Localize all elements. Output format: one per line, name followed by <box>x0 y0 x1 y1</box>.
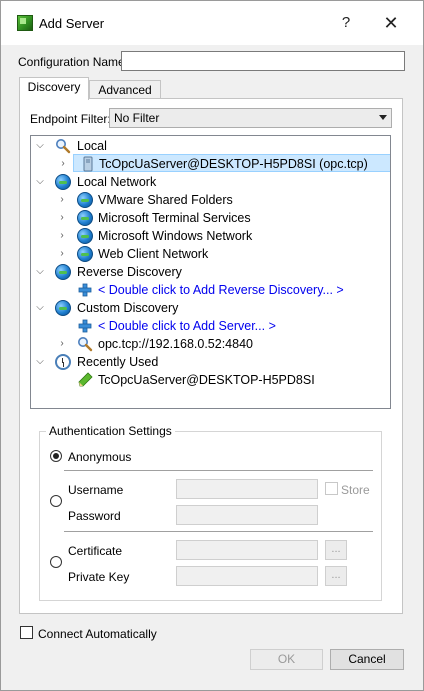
store-checkbox[interactable] <box>325 482 338 495</box>
anonymous-radio[interactable] <box>50 450 62 462</box>
tree-node-local-network[interactable]: ⌵ Local Network <box>31 173 390 191</box>
private-key-input[interactable] <box>176 566 318 586</box>
tree-label: TcOpcUaServer@DESKTOP-H5PD8SI <box>98 373 315 387</box>
tree-label: Local Network <box>77 175 157 189</box>
tree-node-recent-server[interactable]: TcOpcUaServer@DESKTOP-H5PD8SI <box>57 371 390 389</box>
tree-label: Custom Discovery <box>77 301 179 315</box>
tree-label: Reverse Discovery <box>77 265 182 279</box>
tree-label: Recently Used <box>77 355 159 369</box>
username-label: Username <box>68 483 124 497</box>
collapse-arrow-icon[interactable]: ⌵ <box>35 263 45 281</box>
tree-label: Local <box>77 139 107 153</box>
username-radio[interactable] <box>50 495 62 507</box>
network-globe-icon <box>55 264 71 280</box>
auth-settings-title: Authentication Settings <box>46 424 175 438</box>
certificate-browse-button[interactable]: ... <box>325 540 347 560</box>
search-icon <box>55 138 71 154</box>
divider <box>64 531 373 532</box>
anonymous-label: Anonymous <box>68 450 132 464</box>
tree-node-add-server[interactable]: < Double click to Add Server... > <box>57 317 390 335</box>
certificate-radio[interactable] <box>50 556 62 568</box>
connect-automatically-checkbox[interactable] <box>20 626 33 639</box>
tree-node-reverse-discovery[interactable]: ⌵ Reverse Discovery <box>31 263 390 281</box>
tree-node-local-server[interactable]: › TcOpcUaServer@DESKTOP-H5PD8SI (opc.tcp… <box>61 154 390 172</box>
config-name-label: Configuration Name <box>18 55 125 69</box>
tab-discovery[interactable]: Discovery <box>19 77 89 100</box>
server-icon <box>80 156 96 172</box>
network-globe-icon <box>77 192 93 208</box>
tree-node-web-client[interactable]: › Web Client Network <box>57 245 390 263</box>
password-input[interactable] <box>176 505 318 525</box>
tree-node-recently-used[interactable]: ⌵ Recently Used <box>31 353 390 371</box>
endpoint-filter-select[interactable]: No Filter <box>109 108 392 128</box>
certificate-input[interactable] <box>176 540 318 560</box>
add-server-dialog: Add Server ? ✕ Configuration Name Discov… <box>0 0 424 691</box>
network-globe-icon <box>77 246 93 262</box>
title-bar: Add Server ? ✕ <box>1 1 423 45</box>
tree-label: Microsoft Windows Network <box>98 229 253 243</box>
app-icon <box>17 15 33 31</box>
window-title: Add Server <box>39 16 105 31</box>
expand-arrow-icon[interactable]: › <box>57 209 67 227</box>
tab-advanced[interactable]: Advanced <box>89 80 161 100</box>
username-input[interactable] <box>176 479 318 499</box>
help-button[interactable]: ? <box>334 11 358 35</box>
server-tree[interactable]: ⌵ Local › TcOpcUaServer@DESKTOP-H5PD8SI … <box>30 135 391 409</box>
collapse-arrow-icon[interactable]: ⌵ <box>35 299 45 317</box>
collapse-arrow-icon[interactable]: ⌵ <box>35 353 45 371</box>
tree-label: Web Client Network <box>98 247 209 261</box>
ok-button[interactable]: OK <box>250 649 323 670</box>
connect-automatically-label: Connect Automatically <box>38 627 157 641</box>
endpoint-filter-value: No Filter <box>114 111 160 125</box>
add-icon <box>77 318 93 334</box>
certificate-label: Certificate <box>68 544 123 558</box>
tree-node-ms-windows[interactable]: › Microsoft Windows Network <box>57 227 390 245</box>
pencil-icon <box>77 372 93 388</box>
expand-arrow-icon[interactable]: › <box>57 191 67 209</box>
collapse-arrow-icon[interactable]: ⌵ <box>35 173 45 191</box>
expand-arrow-icon[interactable]: › <box>58 155 68 173</box>
cancel-button[interactable]: Cancel <box>330 649 404 670</box>
tree-label: TcOpcUaServer@DESKTOP-H5PD8SI (opc.tcp) <box>99 157 368 171</box>
private-key-browse-button[interactable]: ... <box>325 566 347 586</box>
network-globe-icon <box>55 300 71 316</box>
tree-node-ms-terminal[interactable]: › Microsoft Terminal Services <box>57 209 390 227</box>
tree-node-vmware[interactable]: › VMware Shared Folders <box>57 191 390 209</box>
clock-icon <box>55 354 71 370</box>
network-globe-icon <box>77 210 93 226</box>
divider <box>64 470 373 471</box>
tree-node-custom-opc[interactable]: › opc.tcp://192.168.0.52:4840 <box>57 335 390 353</box>
password-label: Password <box>68 509 121 523</box>
tree-label: VMware Shared Folders <box>98 193 233 207</box>
tree-label: < Double click to Add Server... > <box>98 319 276 333</box>
private-key-label: Private Key <box>68 570 130 584</box>
tree-node-custom-discovery[interactable]: ⌵ Custom Discovery <box>31 299 390 317</box>
tree-label: < Double click to Add Reverse Discovery.… <box>98 283 344 297</box>
dropdown-arrow-icon <box>379 115 387 120</box>
collapse-arrow-icon[interactable]: ⌵ <box>35 137 45 155</box>
endpoint-filter-label: Endpoint Filter: <box>30 112 111 126</box>
tree-label: opc.tcp://192.168.0.52:4840 <box>98 337 253 351</box>
expand-arrow-icon[interactable]: › <box>57 245 67 263</box>
store-label: Store <box>341 483 370 497</box>
add-icon <box>77 282 93 298</box>
close-button[interactable]: ✕ <box>379 11 403 35</box>
tree-node-add-reverse[interactable]: < Double click to Add Reverse Discovery.… <box>57 281 390 299</box>
expand-arrow-icon[interactable]: › <box>57 335 67 353</box>
network-globe-icon <box>55 174 71 190</box>
tree-node-local[interactable]: ⌵ Local <box>31 137 390 155</box>
config-name-input[interactable] <box>121 51 405 71</box>
expand-arrow-icon[interactable]: › <box>57 227 67 245</box>
search-icon <box>77 336 93 352</box>
network-globe-icon <box>77 228 93 244</box>
tree-label: Microsoft Terminal Services <box>98 211 251 225</box>
